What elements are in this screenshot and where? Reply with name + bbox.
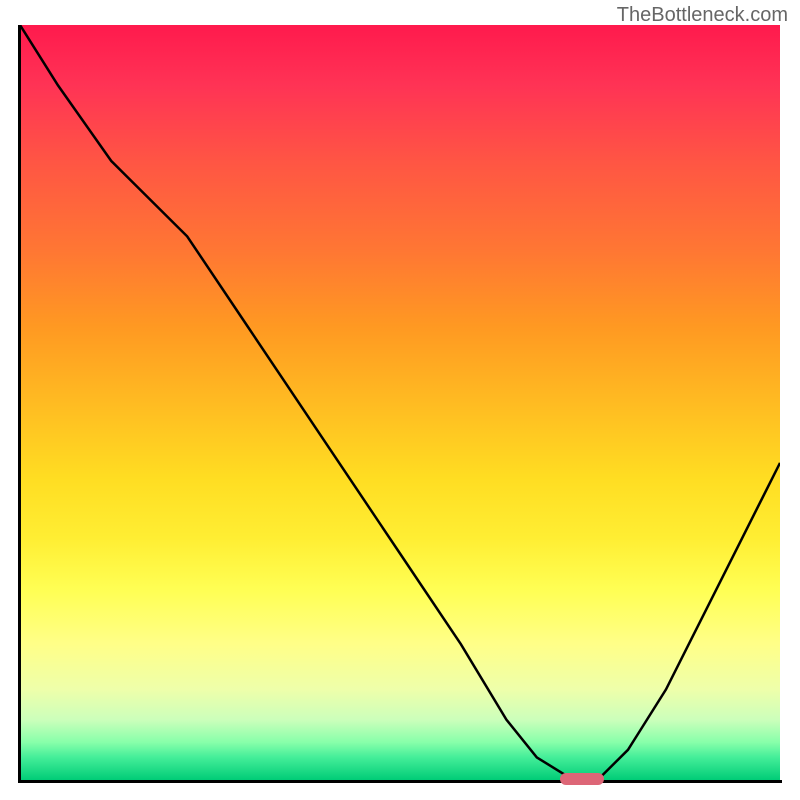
watermark-text: TheBottleneck.com	[617, 4, 788, 27]
bottleneck-curve	[20, 25, 780, 780]
optimal-point-marker	[560, 773, 604, 785]
x-axis-line	[18, 780, 782, 783]
